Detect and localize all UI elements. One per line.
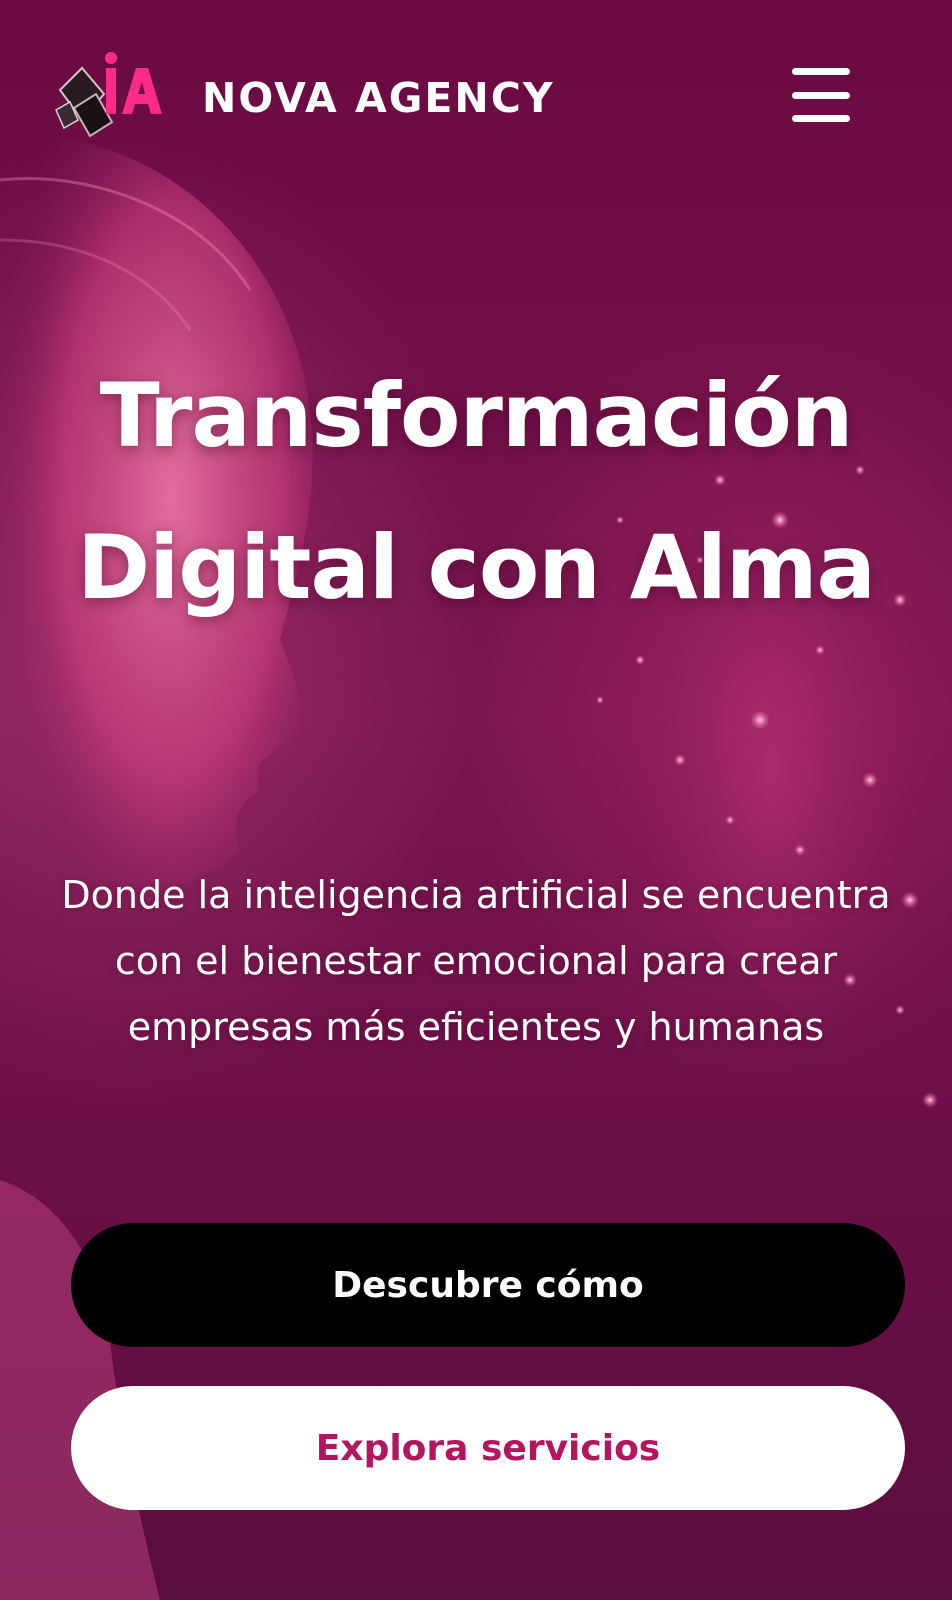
explore-services-button[interactable]: Explora servicios [71,1386,905,1510]
discover-how-button[interactable]: Descubre cómo [71,1223,905,1347]
hero-screen: NOVA AGENCY Transformación Digital con A… [0,0,952,1600]
hero-subtitle: Donde la inteligencia artificial se encu… [61,873,891,1049]
hero-background-image [0,137,952,1600]
site-header: NOVA AGENCY [0,0,952,190]
ia-logo-icon[interactable] [52,50,164,145]
menu-bar-middle [792,91,850,99]
brand-name[interactable]: NOVA AGENCY [202,68,555,128]
menu-bar-bottom [792,115,850,122]
menu-bar-top [792,68,850,75]
hamburger-menu-icon[interactable] [786,64,856,126]
hero-title: Transformación Digital con Alma [77,364,876,619]
